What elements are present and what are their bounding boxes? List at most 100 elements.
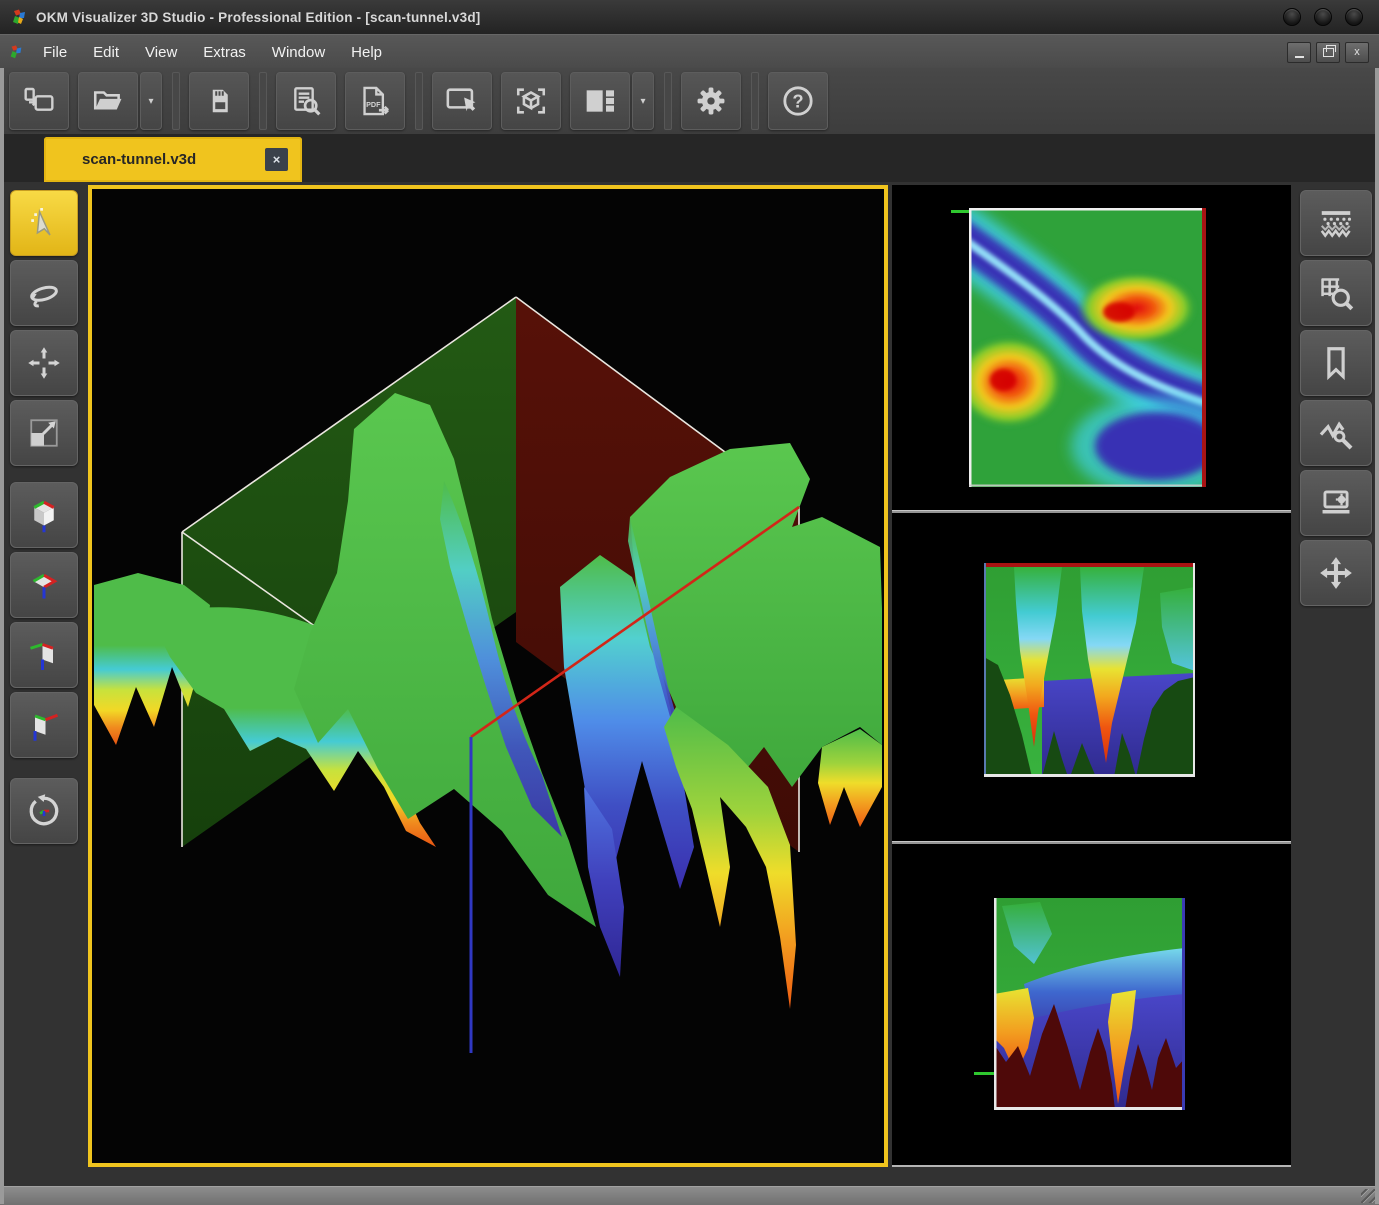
- toolbar-separator: [751, 72, 759, 130]
- touch-input-button[interactable]: [432, 72, 492, 130]
- open-file-button[interactable]: [78, 72, 138, 130]
- layout-views-button[interactable]: [570, 72, 630, 130]
- open-file-dropdown[interactable]: ▾: [140, 72, 162, 130]
- window-minimize-button[interactable]: [1283, 8, 1301, 26]
- right-tool-panel: [1300, 190, 1372, 610]
- touch-input-icon: [445, 84, 479, 118]
- toolbar: ▾ PDF: [0, 68, 1379, 134]
- rotate-3d-button[interactable]: [10, 260, 78, 326]
- zoom-resize-icon: [26, 415, 62, 451]
- side-cross-section: [994, 898, 1185, 1110]
- view-front-button[interactable]: [10, 692, 78, 758]
- toolbar-separator: [172, 72, 180, 130]
- pdf-export-button[interactable]: PDF: [345, 72, 405, 130]
- mdi-close-button[interactable]: x: [1345, 42, 1369, 63]
- window-frame-left: [0, 68, 4, 1204]
- toolbar-separator: [259, 72, 267, 130]
- ground-scan-button[interactable]: [1300, 190, 1372, 256]
- toolbar-separator: [664, 72, 672, 130]
- display-settings-icon: [1317, 484, 1355, 522]
- resize-grip[interactable]: [1361, 1189, 1375, 1203]
- svg-text:?: ?: [792, 90, 803, 111]
- view-3d-cube-button[interactable]: [10, 482, 78, 548]
- fit-3d-view-icon: [514, 84, 548, 118]
- top-view-section[interactable]: [892, 185, 1291, 510]
- import-scan-icon: [23, 85, 55, 117]
- sd-card-icon: [204, 85, 234, 117]
- tab-bar: scan-tunnel.v3d ×: [0, 134, 1379, 182]
- status-bar: [0, 1186, 1379, 1205]
- toolbar-separator: [415, 72, 423, 130]
- ground-scan-icon: [1317, 204, 1355, 242]
- window-close-button[interactable]: [1345, 8, 1363, 26]
- front-cross-section: [984, 563, 1195, 777]
- import-scan-button[interactable]: [9, 72, 69, 130]
- menu-view[interactable]: View: [132, 39, 190, 66]
- grid-zoom-button[interactable]: [1300, 260, 1372, 326]
- select-pointer-icon: [26, 205, 62, 241]
- main-3d-viewport[interactable]: [88, 185, 888, 1167]
- scan-3d-surface: [92, 189, 884, 1163]
- pan-move-button[interactable]: [10, 330, 78, 396]
- restore-icon: [1323, 48, 1334, 57]
- mdi-restore-button[interactable]: [1316, 42, 1340, 63]
- window-title: OKM Visualizer 3D Studio - Professional …: [36, 10, 480, 25]
- window-maximize-button[interactable]: [1314, 8, 1332, 26]
- tab-scan-tunnel[interactable]: scan-tunnel.v3d ×: [44, 137, 302, 182]
- minimize-icon: [1295, 56, 1304, 58]
- zoom-resize-button[interactable]: [10, 400, 78, 466]
- svg-text:PDF: PDF: [366, 100, 381, 109]
- help-button[interactable]: ?: [768, 72, 828, 130]
- menu-edit[interactable]: Edit: [80, 39, 132, 66]
- app-logo-icon: [10, 8, 28, 26]
- mdi-minimize-button[interactable]: [1287, 42, 1311, 63]
- pan-move-icon: [26, 345, 62, 381]
- open-file-icon: [91, 84, 125, 118]
- window-frame-right: [1375, 68, 1379, 1204]
- caret-down-icon: ▾: [640, 96, 645, 107]
- menu-bar: File Edit View Extras Window Help x: [0, 34, 1379, 69]
- menu-help[interactable]: Help: [338, 39, 395, 66]
- signal-tools-button[interactable]: [1300, 400, 1372, 466]
- tab-close-button[interactable]: ×: [265, 148, 288, 171]
- view-side-icon: [26, 637, 62, 673]
- bookmark-icon: [1317, 344, 1355, 382]
- navigate-pan-button[interactable]: [1300, 540, 1372, 606]
- front-section-view[interactable]: [892, 513, 1291, 841]
- caret-down-icon: ▾: [148, 96, 153, 107]
- title-bar: OKM Visualizer 3D Studio - Professional …: [0, 0, 1379, 34]
- view-top-icon: [26, 567, 62, 603]
- select-pointer-button[interactable]: [10, 190, 78, 256]
- view-front-icon: [26, 707, 62, 743]
- reset-rotation-icon: [26, 793, 62, 829]
- side-view-panel: [892, 185, 1291, 1167]
- display-settings-button[interactable]: [1300, 470, 1372, 536]
- view-top-button[interactable]: [10, 552, 78, 618]
- menu-file[interactable]: File: [30, 39, 80, 66]
- navigate-pan-icon: [1317, 554, 1355, 592]
- app-window: OKM Visualizer 3D Studio - Professional …: [0, 0, 1379, 1204]
- pdf-export-icon: PDF: [358, 85, 392, 117]
- view-side-button[interactable]: [10, 622, 78, 688]
- left-tool-panel: [10, 190, 78, 848]
- document-icon: [8, 44, 24, 60]
- report-preview-button[interactable]: [276, 72, 336, 130]
- green-axis-tick: [974, 1072, 994, 1075]
- window-controls: [1283, 8, 1363, 26]
- grid-zoom-icon: [1317, 274, 1355, 312]
- reset-rotation-button[interactable]: [10, 778, 78, 844]
- green-axis-tick: [951, 210, 969, 213]
- side-section-view[interactable]: [892, 844, 1291, 1164]
- help-icon: ?: [781, 84, 815, 118]
- rotate-3d-icon: [26, 275, 62, 311]
- bookmark-button[interactable]: [1300, 330, 1372, 396]
- view-3d-cube-icon: [26, 497, 62, 533]
- sd-card-button[interactable]: [189, 72, 249, 130]
- menu-window[interactable]: Window: [259, 39, 338, 66]
- workspace: [0, 182, 1379, 1186]
- settings-gear-icon: [694, 84, 728, 118]
- menu-extras[interactable]: Extras: [190, 39, 259, 66]
- layout-views-dropdown[interactable]: ▾: [632, 72, 654, 130]
- fit-3d-view-button[interactable]: [501, 72, 561, 130]
- settings-button[interactable]: [681, 72, 741, 130]
